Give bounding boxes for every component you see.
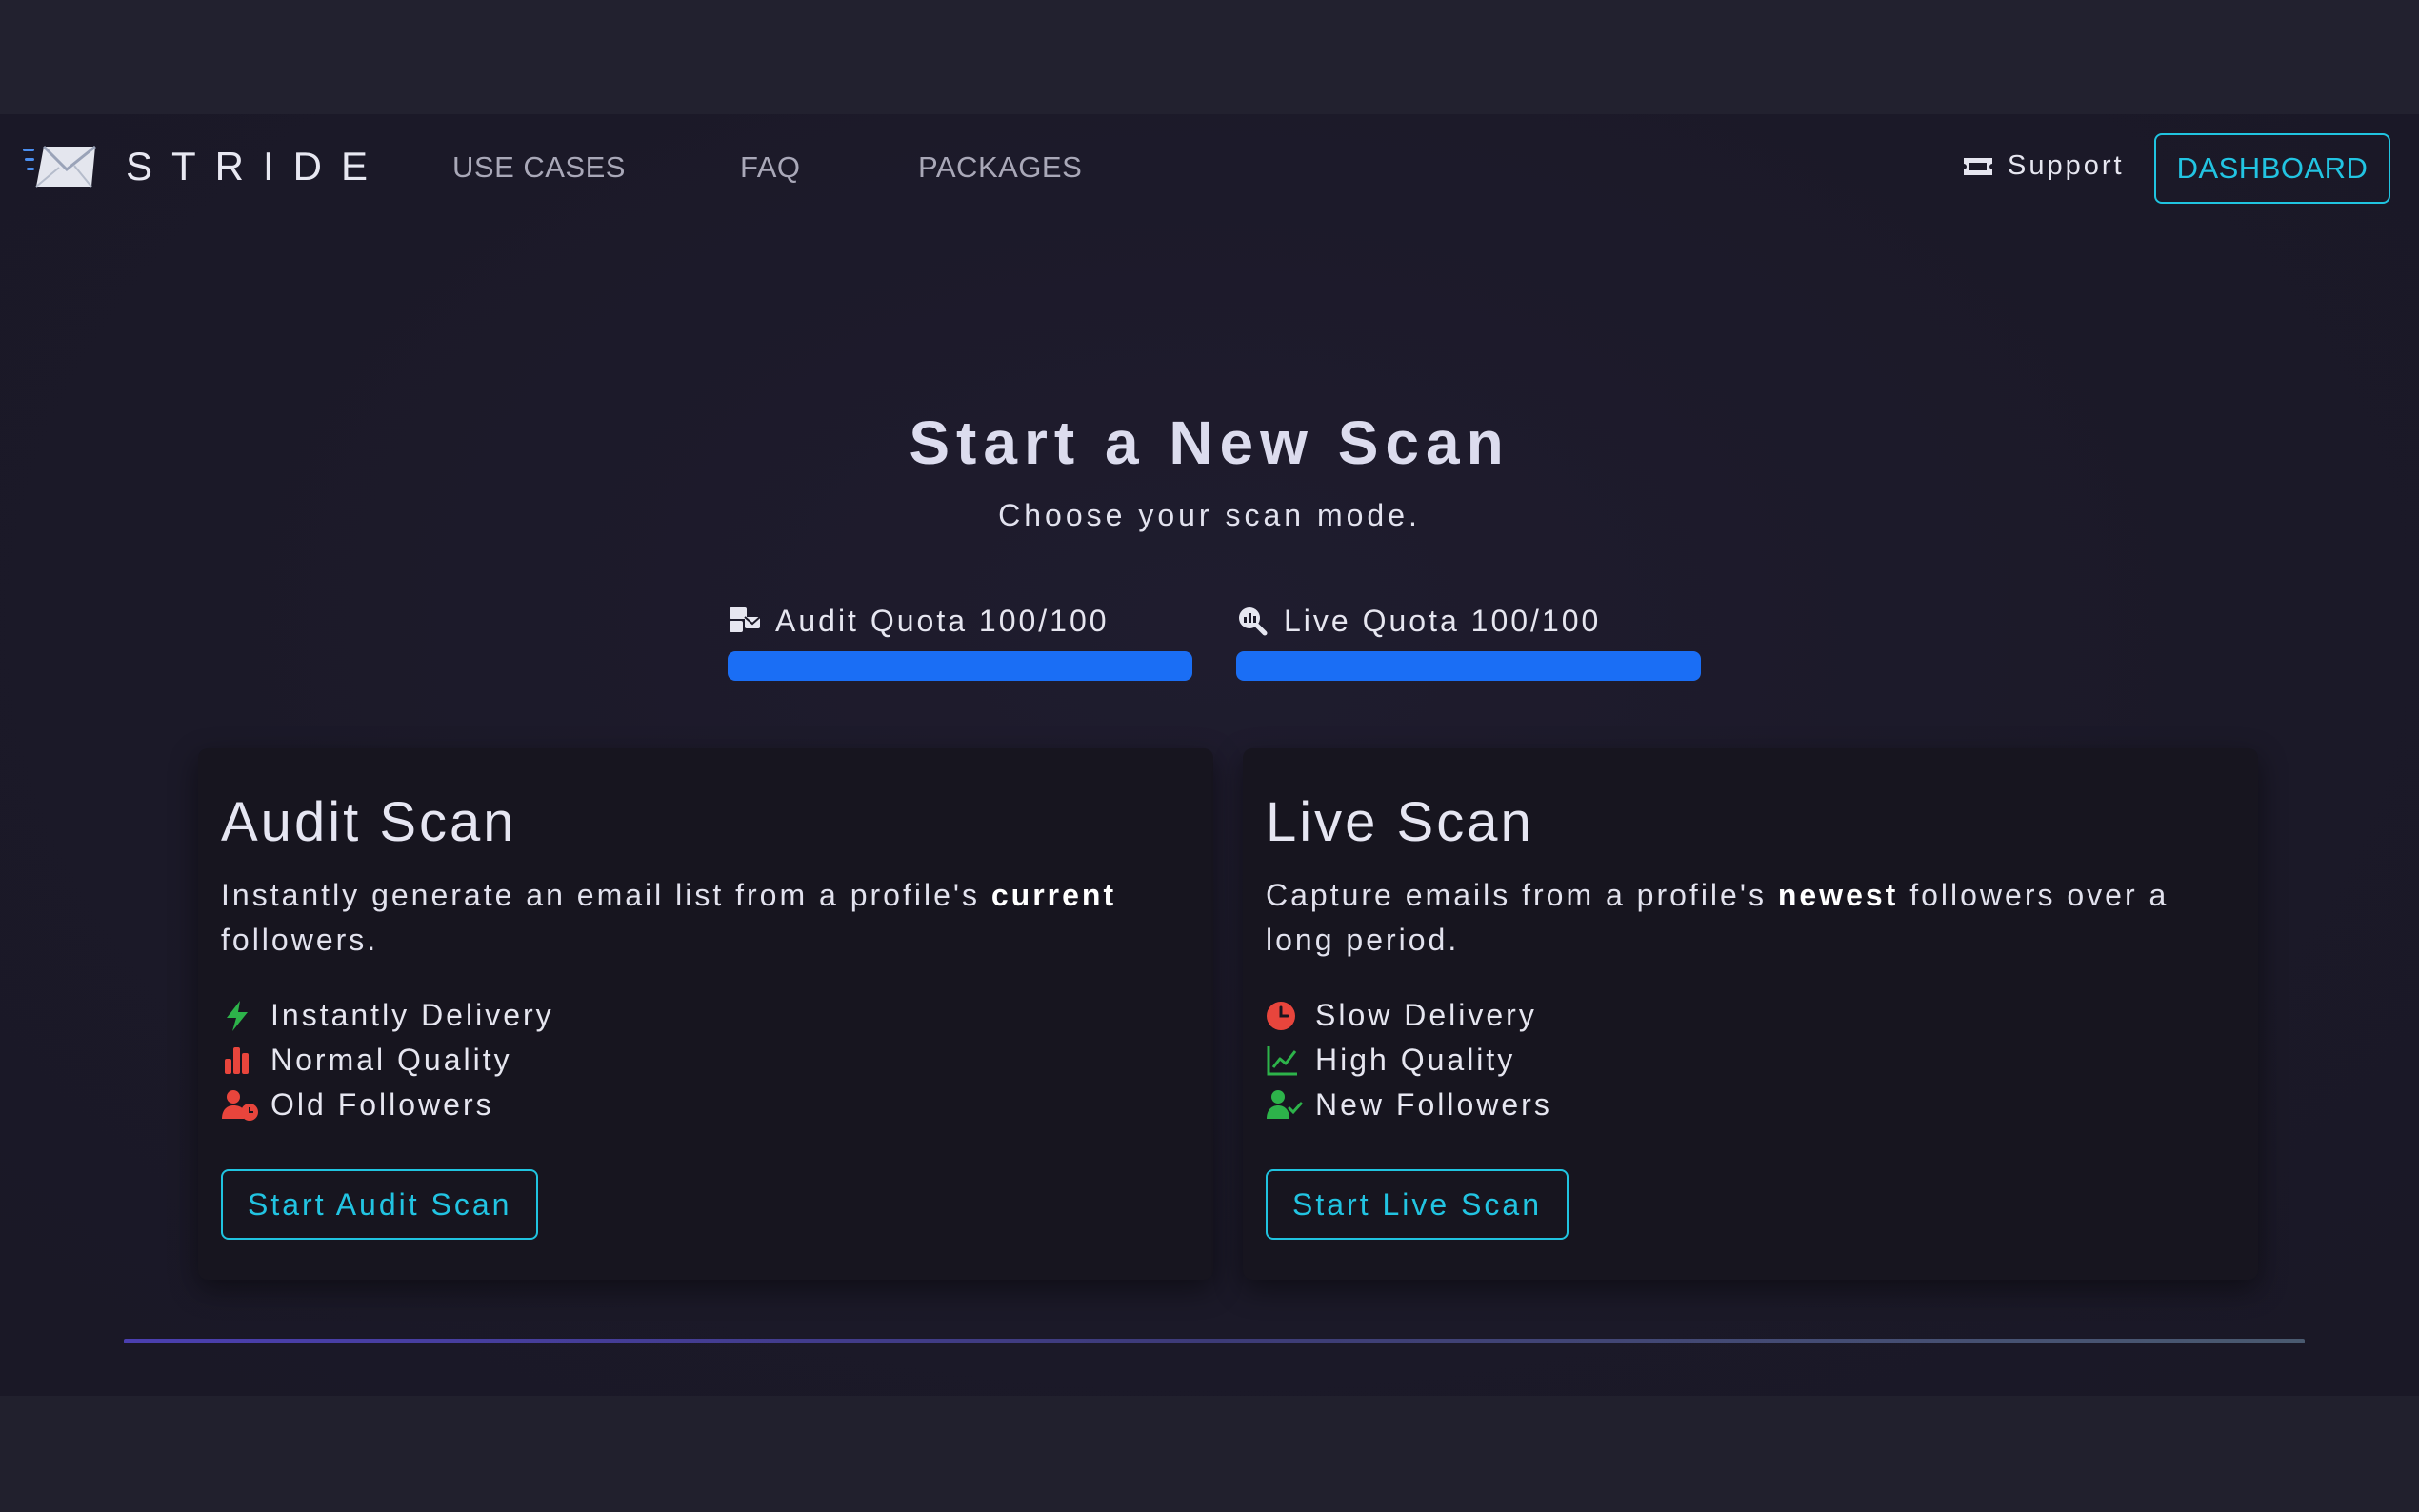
user-clock-icon (222, 1089, 258, 1121)
page-footer-band (0, 1396, 2419, 1512)
audit-feature-list: Instantly Delivery Normal Quality Old Fo… (221, 993, 1190, 1127)
audit-quota-label: Audit Quota 100/100 (775, 603, 1110, 638)
browser-top-band (0, 0, 2419, 114)
navbar: STRIDE USE CASES FAQ PACKAGES Support DA… (0, 114, 2419, 221)
bolt-icon (227, 1000, 248, 1031)
nav-link-faq[interactable]: FAQ (740, 150, 801, 185)
live-quota-label: Live Quota 100/100 (1284, 603, 1602, 638)
live-quota-bar (1236, 651, 1701, 681)
brand-name: STRIDE (126, 144, 388, 189)
audit-quota-fill (728, 651, 1192, 681)
feature-item: Instantly Delivery (221, 993, 1190, 1038)
live-scan-description: Capture emails from a profile's newest f… (1266, 878, 2169, 957)
section-divider (124, 1339, 2305, 1343)
search-chart-icon (1239, 607, 1268, 636)
live-scan-card: Live Scan Capture emails from a profile'… (1243, 748, 2258, 1280)
audit-scan-card: Audit Scan Instantly generate an email l… (198, 748, 1213, 1280)
start-audit-scan-button[interactable]: Start Audit Scan (221, 1169, 539, 1240)
bar-chart-icon (225, 1046, 249, 1074)
ticket-icon (1964, 157, 1992, 175)
brand[interactable]: STRIDE (23, 143, 387, 190)
clock-icon (1267, 1001, 1295, 1030)
live-feature-list: Slow Delivery High Quality New Followers (1266, 993, 2235, 1127)
feature-item: New Followers (1266, 1083, 2235, 1127)
support-label: Support (2008, 150, 2125, 181)
live-quota: Live Quota 100/100 (1236, 600, 1701, 681)
line-chart-icon (1267, 1045, 1297, 1075)
dashboard-button[interactable]: DASHBOARD (2154, 133, 2390, 204)
envelope-icon (23, 145, 96, 188)
live-quota-fill (1236, 651, 1701, 681)
nav-link-packages[interactable]: PACKAGES (918, 150, 1082, 185)
page-title: Start a New Scan (909, 408, 1510, 477)
live-scan-title: Live Scan (1266, 791, 1534, 853)
feature-item: Old Followers (221, 1083, 1190, 1127)
audit-quota: Audit Quota 100/100 (728, 600, 1192, 681)
audit-quota-bar (728, 651, 1192, 681)
support-link[interactable]: Support (1962, 150, 2125, 182)
audit-scan-description: Instantly generate an email list from a … (221, 878, 1117, 957)
start-live-scan-button[interactable]: Start Live Scan (1266, 1169, 1569, 1240)
user-check-icon (1267, 1089, 1303, 1119)
audit-scan-title: Audit Scan (221, 791, 517, 853)
feature-item: Slow Delivery (1266, 993, 2235, 1038)
nav-link-use-cases[interactable]: USE CASES (452, 150, 626, 185)
mail-bulk-icon (730, 607, 761, 632)
feature-item: High Quality (1266, 1038, 2235, 1083)
page-subtitle: Choose your scan mode. (998, 498, 1421, 532)
feature-item: Normal Quality (221, 1038, 1190, 1083)
